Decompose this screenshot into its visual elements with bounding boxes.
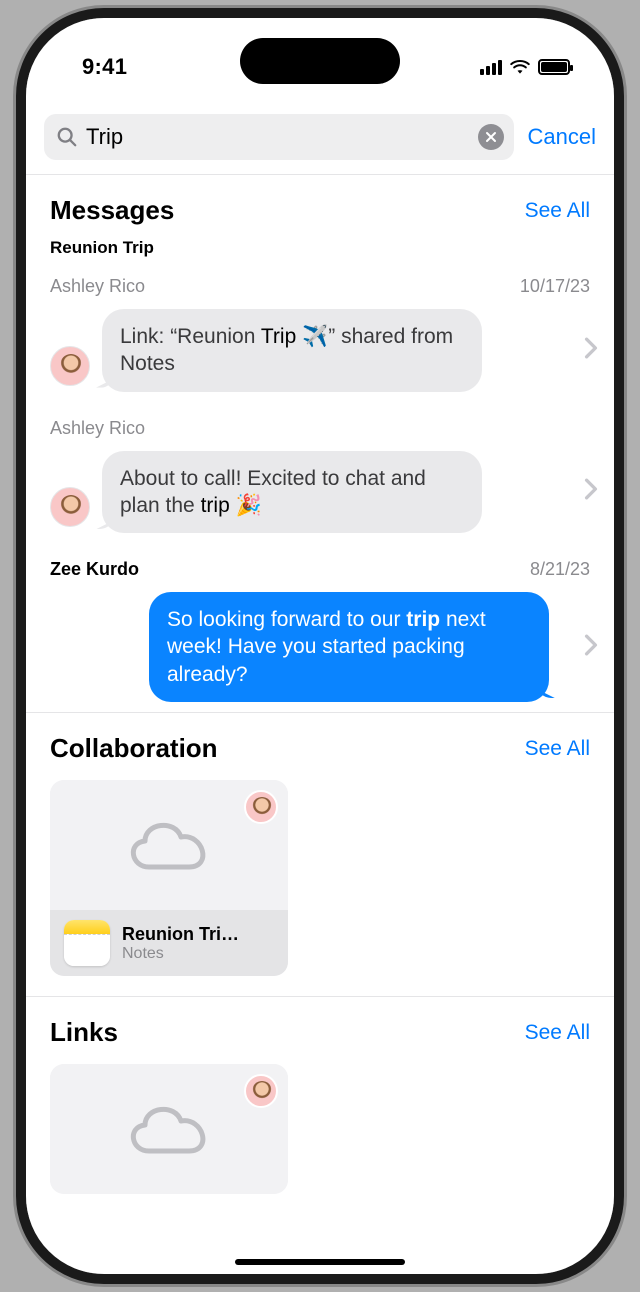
link-card[interactable] [50,1064,288,1194]
collaboration-section-title: Collaboration [50,733,218,764]
message-result[interactable]: So looking forward to our trip next week… [26,586,614,712]
screen: 9:41 [26,18,614,1274]
chevron-right-icon [584,337,602,364]
cellular-signal-icon [480,59,502,75]
cancel-button[interactable]: Cancel [528,124,596,150]
message-bubble-incoming: About to call! Excited to chat and plan … [102,451,482,534]
avatar [50,346,90,386]
message-sender: Ashley Rico [50,418,145,439]
clear-search-button[interactable] [478,124,504,150]
collaborator-avatar [244,1074,278,1108]
message-result[interactable]: About to call! Excited to chat and plan … [26,445,614,544]
status-time: 9:41 [82,54,127,80]
message-sender: Ashley Rico [50,276,145,297]
status-icons [480,59,570,75]
links-see-all[interactable]: See All [525,1021,590,1045]
message-text: So looking forward to our [167,608,406,631]
collaborator-avatar [244,790,278,824]
close-icon [485,131,497,143]
message-text: About to call! Excited to chat and plan … [120,467,426,517]
messages-section-title: Messages [50,195,174,226]
card-preview [50,780,288,910]
avatar [50,487,90,527]
card-footer: Reunion Tri… Notes [50,910,288,976]
message-text: Link: “Reunion [120,325,261,348]
message-text: 🎉 [230,494,262,517]
messages-see-all[interactable]: See All [525,199,590,223]
cloud-icon [121,813,217,877]
card-preview [50,1064,288,1194]
cloud-icon [121,1097,217,1161]
wifi-icon [510,59,530,75]
message-text-highlight: trip [406,608,440,631]
collaboration-card[interactable]: Reunion Tri… Notes [50,780,288,976]
search-bar-row: Trip Cancel [26,106,614,175]
card-subtitle: Notes [122,945,239,963]
search-input[interactable]: Trip [44,114,514,160]
collaboration-see-all[interactable]: See All [525,737,590,761]
card-title: Reunion Tri… [122,924,239,945]
notes-app-icon [64,920,110,966]
message-text-highlight: trip [201,494,230,517]
chevron-right-icon [584,478,602,505]
search-icon [56,126,78,148]
home-indicator[interactable] [235,1259,405,1265]
message-bubble-outgoing: So looking forward to our trip next week… [149,592,549,702]
links-section-title: Links [50,1017,118,1048]
chevron-right-icon [584,634,602,661]
dynamic-island [240,38,400,84]
message-bubble-incoming: Link: “Reunion Trip ✈️” shared from Note… [102,309,482,392]
message-date: 8/21/23 [530,559,590,580]
conversation-name: Reunion Trip [26,232,614,260]
messages-section: Messages See All Reunion Trip Ashley Ric… [26,175,614,713]
message-sender: Zee Kurdo [50,559,139,580]
message-text-highlight: Trip [261,325,296,348]
message-header: Ashley Rico 10/17/23 [26,260,614,303]
message-result[interactable]: Link: “Reunion Trip ✈️” shared from Note… [26,303,614,402]
collaboration-section: Collaboration See All [26,713,614,997]
message-header: Ashley Rico [26,402,614,445]
content-area: Trip Cancel Messages See All Reunion [26,106,614,1274]
message-header: Zee Kurdo 8/21/23 [26,543,614,586]
links-section: Links See All [26,997,614,1214]
search-query-text: Trip [86,124,470,150]
message-date: 10/17/23 [520,276,590,297]
iphone-frame: 9:41 [16,8,624,1284]
battery-icon [538,59,570,75]
